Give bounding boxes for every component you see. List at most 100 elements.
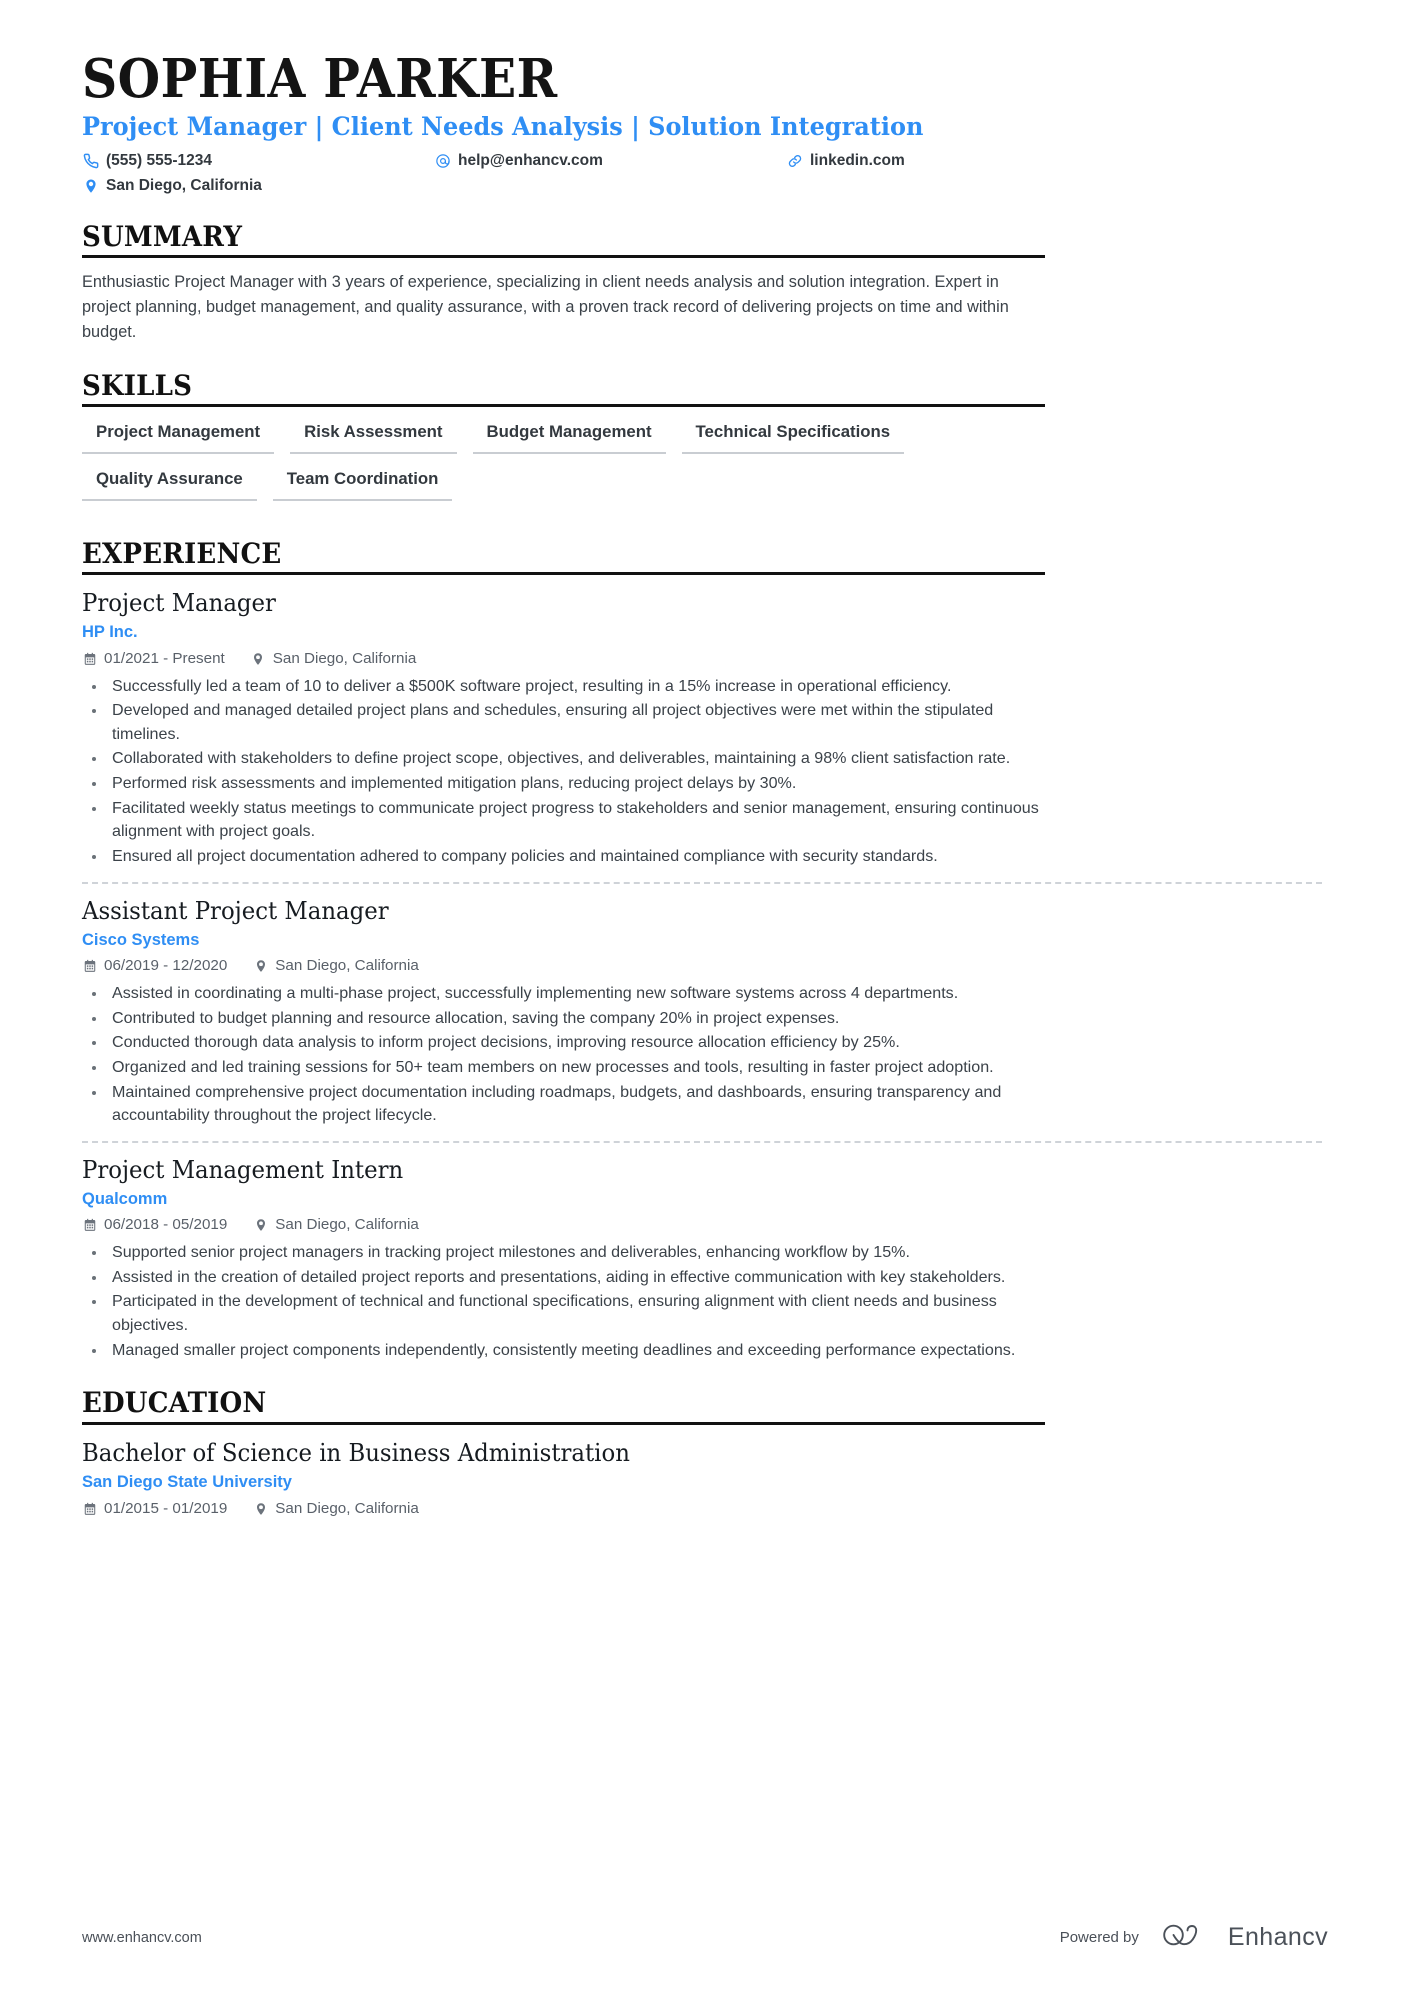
location-icon — [251, 651, 266, 666]
location-icon — [253, 959, 268, 974]
bullet-item: Contributed to budget planning and resou… — [82, 1007, 1047, 1031]
job-location-label: San Diego, California — [272, 649, 417, 667]
calendar-icon — [82, 959, 97, 974]
enhancv-mark-icon — [1161, 1922, 1217, 1953]
bullet-item: Conducted thorough data analysis to info… — [82, 1031, 1047, 1055]
location-icon — [253, 1501, 268, 1516]
job-dates-label: 06/2018 - 05/2019 — [104, 1216, 228, 1234]
phone-icon — [82, 152, 99, 169]
bullet-item: Maintained comprehensive project documen… — [82, 1081, 1047, 1128]
contact-linkedin-label: linkedin.com — [810, 151, 905, 169]
education-section-title: EDUCATION — [82, 1386, 267, 1420]
bullet-item: Supported senior project managers in tra… — [82, 1241, 1047, 1265]
contact-linkedin[interactable]: linkedin.com — [786, 151, 1036, 171]
job-location: San Diego, California — [253, 1215, 419, 1235]
section-divider — [82, 404, 1045, 408]
contact-email[interactable]: help@enhancv.com — [434, 151, 786, 171]
enhancv-wordmark: Enhancv — [1227, 1923, 1328, 1951]
company-name[interactable]: Qualcomm — [82, 1189, 1322, 1210]
experience-entry: Project Manager HP Inc. 01/2021 - Presen… — [82, 587, 1322, 868]
section-divider — [82, 255, 1045, 259]
link-icon — [786, 152, 803, 169]
skill-chip: Risk Assessment — [290, 419, 457, 454]
experience-section: EXPERIENCE Project Manager HP Inc. 01/20… — [82, 538, 1322, 1362]
bullet-item: Successfully led a team of 10 to deliver… — [82, 675, 1047, 699]
contact-phone[interactable]: (555) 555-1234 — [82, 151, 434, 171]
contact-location: San Diego, California — [82, 176, 434, 196]
powered-by-label: Powered by — [1059, 1929, 1139, 1946]
bullet-item: Collaborated with stakeholders to define… — [82, 747, 1047, 771]
job-dates: 01/2021 - Present — [82, 649, 225, 669]
contact-phone-label: (555) 555-1234 — [106, 151, 212, 169]
bullet-item: Facilitated weekly status meetings to co… — [82, 797, 1047, 844]
calendar-icon — [82, 651, 97, 666]
bullet-item: Assisted in coordinating a multi-phase p… — [82, 982, 1047, 1006]
bullet-item: Ensured all project documentation adhere… — [82, 845, 1047, 869]
email-icon — [434, 152, 451, 169]
education-location-label: San Diego, California — [275, 1500, 419, 1518]
resume-header: SOPHIA PARKER Project Manager | Client N… — [82, 48, 1322, 196]
education-entry: Bachelor of Science in Business Administ… — [82, 1437, 1322, 1519]
bullet-item: Participated in the development of techn… — [82, 1290, 1047, 1337]
resume-page: SOPHIA PARKER Project Manager | Client N… — [0, 0, 1410, 1995]
location-icon — [253, 1218, 268, 1233]
footer-branding: Powered by Enhancv — [1060, 1922, 1328, 1953]
candidate-headline: Project Manager | Client Needs Analysis … — [82, 111, 924, 142]
company-name[interactable]: HP Inc. — [82, 622, 1322, 643]
job-dates: 06/2019 - 12/2020 — [82, 956, 227, 976]
job-meta: 06/2018 - 05/2019 San Diego, California — [82, 1215, 1322, 1235]
job-meta: 06/2019 - 12/2020 San Diego, California — [82, 956, 1322, 976]
education-dates-label: 01/2015 - 01/2019 — [104, 1500, 228, 1518]
contact-row-2: San Diego, California — [82, 176, 1322, 196]
enhancv-logo: Enhancv — [1161, 1922, 1328, 1953]
page-footer: www.enhancv.com Powered by Enhancv — [82, 1922, 1328, 1953]
experience-entry: Project Management Intern Qualcomm 06/20… — [82, 1140, 1322, 1362]
education-location: San Diego, California — [253, 1499, 419, 1519]
contact-row-1: (555) 555-1234 help@enhancv.com linkedin… — [82, 151, 1322, 171]
summary-text: Enthusiastic Project Manager with 3 year… — [82, 273, 1009, 341]
location-icon — [82, 177, 99, 194]
summary-section-title: SUMMARY — [82, 220, 243, 253]
skills-section: SKILLS Project Management Risk Assessmen… — [82, 368, 1322, 513]
job-bullets: Successfully led a team of 10 to deliver… — [82, 675, 1047, 869]
education-meta: 01/2015 - 01/2019 San Diego, California — [82, 1499, 1322, 1519]
summary-section: SUMMARY Enthusiastic Project Manager wit… — [82, 221, 1322, 345]
job-dates: 06/2018 - 05/2019 — [82, 1215, 227, 1235]
calendar-icon — [82, 1218, 97, 1233]
job-title: Project Management Intern — [82, 1155, 404, 1184]
degree-title: Bachelor of Science in Business Administ… — [82, 1438, 630, 1467]
calendar-icon — [82, 1501, 97, 1516]
job-meta: 01/2021 - Present San Diego, California — [82, 649, 1322, 669]
contact-location-label: San Diego, California — [106, 176, 262, 194]
candidate-name: SOPHIA PARKER — [82, 48, 558, 110]
job-bullets: Assisted in coordinating a multi-phase p… — [82, 982, 1047, 1128]
skills-section-title: SKILLS — [82, 368, 193, 402]
skill-chip: Budget Management — [472, 419, 666, 454]
job-dates-label: 01/2021 - Present — [104, 649, 225, 667]
skill-chip: Team Coordination — [272, 466, 453, 501]
section-divider — [82, 572, 1045, 576]
skill-chip: Technical Specifications — [681, 419, 905, 454]
experience-entry: Assistant Project Manager Cisco Systems … — [82, 881, 1322, 1128]
job-title: Assistant Project Manager — [82, 896, 389, 925]
job-title: Project Manager — [82, 589, 276, 618]
job-dates-label: 06/2019 - 12/2020 — [104, 957, 228, 975]
contact-email-label: help@enhancv.com — [458, 151, 603, 169]
bullet-item: Managed smaller project components indep… — [82, 1339, 1047, 1363]
bullet-item: Developed and managed detailed project p… — [82, 699, 1047, 746]
footer-website-url[interactable]: www.enhancv.com — [82, 1930, 202, 1946]
job-location: San Diego, California — [251, 649, 417, 669]
job-location: San Diego, California — [253, 956, 419, 976]
bullet-item: Assisted in the creation of detailed pro… — [82, 1266, 1047, 1290]
bullet-item: Performed risk assessments and implement… — [82, 772, 1047, 796]
experience-section-title: EXPERIENCE — [82, 536, 282, 570]
education-section: EDUCATION Bachelor of Science in Busines… — [82, 1387, 1322, 1519]
skills-list: Project Management Risk Assessment Budge… — [82, 419, 1062, 513]
company-name[interactable]: Cisco Systems — [82, 930, 1322, 951]
school-name[interactable]: San Diego State University — [82, 1472, 1322, 1493]
job-location-label: San Diego, California — [275, 1216, 419, 1234]
job-bullets: Supported senior project managers in tra… — [82, 1241, 1047, 1362]
bullet-item: Organized and led training sessions for … — [82, 1056, 1047, 1080]
education-dates: 01/2015 - 01/2019 — [82, 1499, 227, 1519]
section-divider — [82, 1421, 1045, 1425]
